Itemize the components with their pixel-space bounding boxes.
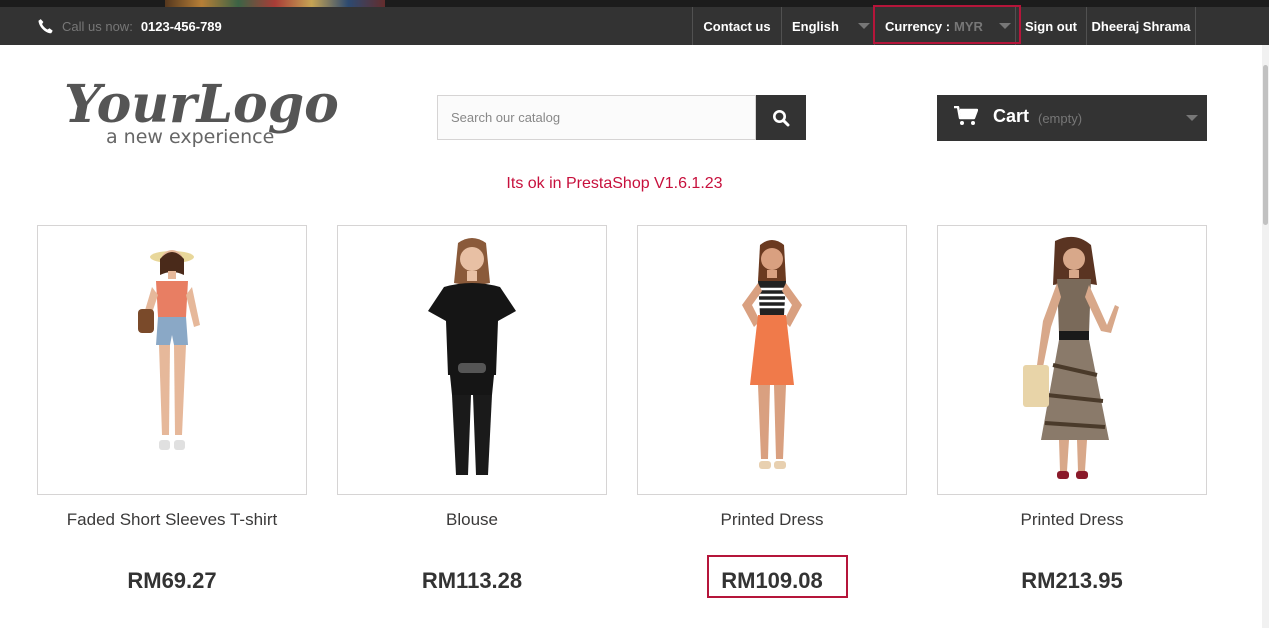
product-photo <box>742 240 802 469</box>
cart-label: Cart <box>993 106 1030 126</box>
product-name[interactable]: Faded Short Sleeves T-shirt <box>37 510 307 532</box>
chevron-down-icon <box>1186 115 1198 121</box>
search-icon <box>773 109 790 126</box>
search-button[interactable] <box>756 95 806 140</box>
product-card: Printed Dress RM109.08 <box>637 225 907 593</box>
phone-icon <box>38 18 53 33</box>
chevron-down-icon <box>857 23 870 29</box>
product-card: Printed Dress RM213.95 <box>937 225 1207 593</box>
cart-icon <box>954 106 978 125</box>
phone-number: 0123-456-789 <box>140 18 222 34</box>
product-price: RM69.27 <box>127 568 217 593</box>
banner-image <box>165 0 385 7</box>
product-card: Blouse RM113.28 <box>337 225 607 593</box>
user-name: Dheeraj Shrama <box>1091 18 1191 34</box>
signout-link[interactable]: Sign out <box>1015 7 1086 45</box>
site-logo[interactable]: YourLogo a new experience <box>62 70 346 150</box>
top-banner-strip <box>0 0 1269 7</box>
notice-message: Its ok in PrestaShop V1.6.1.23 <box>506 175 723 192</box>
product-name[interactable]: Printed Dress <box>637 510 907 532</box>
contact-link[interactable]: Contact us <box>692 7 781 45</box>
language-selector[interactable]: English <box>781 7 874 45</box>
product-price: RM213.95 <box>1021 568 1123 593</box>
search-input[interactable]: Search our catalog <box>437 95 756 140</box>
price-highlight-box <box>707 555 848 598</box>
phone-info: Call us now: 0123-456-789 <box>37 7 222 45</box>
currency-highlight-box <box>873 5 1021 44</box>
product-image[interactable] <box>337 225 607 495</box>
product-card: Faded Short Sleeves T-shirt RM69.27 <box>37 225 307 593</box>
top-navbar: Call us now: 0123-456-789 Contact us Eng… <box>0 7 1269 45</box>
signout-label: Sign out <box>1025 18 1077 34</box>
product-image[interactable] <box>937 225 1207 495</box>
product-name[interactable]: Blouse <box>337 510 607 532</box>
language-label: English <box>792 18 839 34</box>
cart-button[interactable]: Cart (empty) <box>937 95 1207 141</box>
product-name[interactable]: Printed Dress <box>937 510 1207 532</box>
product-price: RM113.28 <box>421 568 523 593</box>
scrollbar-thumb[interactable] <box>1263 65 1268 225</box>
cart-status: (empty) <box>1038 111 1083 126</box>
search-placeholder: Search our catalog <box>451 110 561 125</box>
logo-tagline: a new experience <box>106 126 274 148</box>
product-photo <box>428 238 516 475</box>
product-image[interactable] <box>37 225 307 495</box>
product-image[interactable] <box>637 225 907 495</box>
product-photo <box>1023 236 1119 479</box>
product-photo <box>138 250 200 450</box>
contact-label: Contact us <box>703 18 771 34</box>
page-scrollbar[interactable] <box>1262 45 1269 628</box>
phone-prefix: Call us now: <box>62 18 133 34</box>
user-account-link[interactable]: Dheeraj Shrama <box>1086 7 1196 45</box>
